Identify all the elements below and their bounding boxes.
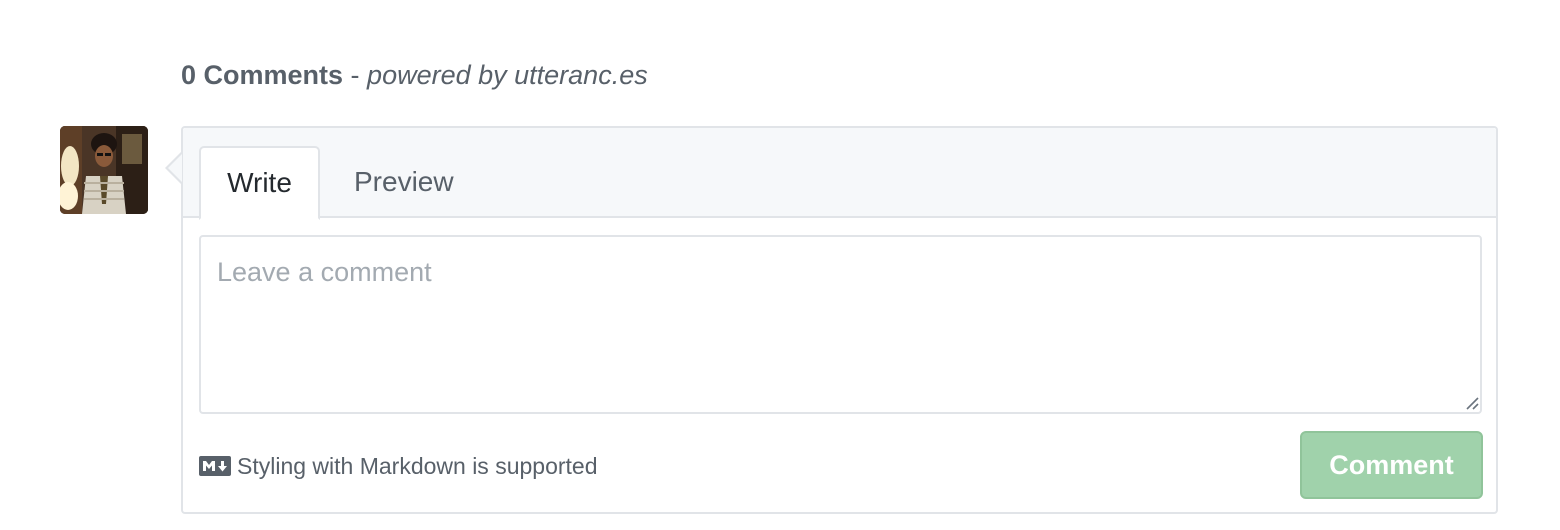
markdown-icon <box>199 456 231 477</box>
comment-count: 0 Comments <box>181 60 344 90</box>
tab-preview[interactable]: Preview <box>328 146 480 218</box>
resize-grip-icon[interactable] <box>1465 396 1479 410</box>
tab-write[interactable]: Write <box>199 146 320 220</box>
comments-header: 0 Comments - powered by utteranc.es <box>181 57 648 93</box>
powered-by-label: powered by utteranc.es <box>367 60 648 90</box>
comment-textarea[interactable] <box>199 235 1482 414</box>
avatar[interactable] <box>60 126 148 214</box>
comment-editor: Write Preview Styling with Markdown is s… <box>181 126 1498 514</box>
markdown-support-link[interactable]: Styling with Markdown is supported <box>199 448 598 484</box>
comment-box-pointer-fill <box>168 154 182 182</box>
submit-comment-button[interactable]: Comment <box>1300 431 1483 499</box>
editor-tabbar: Write Preview <box>183 128 1496 220</box>
markdown-note-label: Styling with Markdown is supported <box>237 453 598 479</box>
user-avatar-photo-icon <box>60 126 148 214</box>
header-separator: - <box>343 60 368 90</box>
